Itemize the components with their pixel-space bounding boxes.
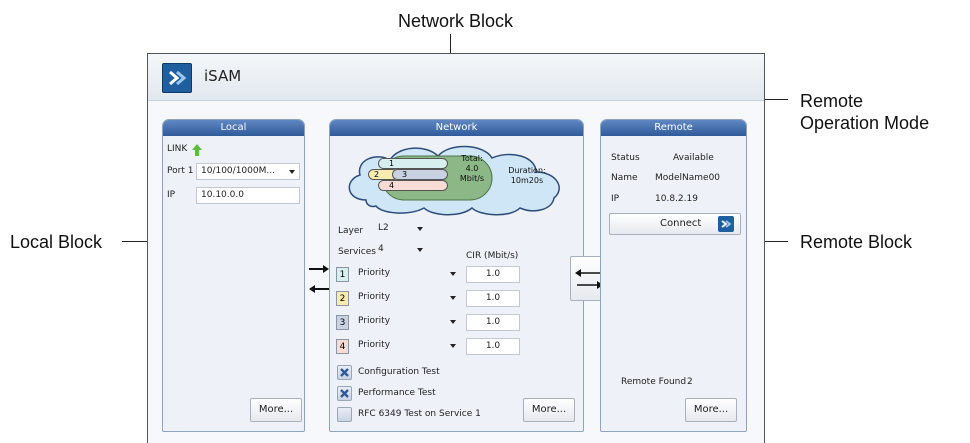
dropdown-arrow-icon xyxy=(450,344,456,348)
connect-logo-icon xyxy=(718,216,734,232)
service-row: 1 Priority 1.0 xyxy=(330,266,585,284)
callout-remote-operation-mode-line2: Operation Mode xyxy=(800,113,930,133)
callout-network-block: Network Block xyxy=(398,11,514,31)
connect-label: Connect xyxy=(660,218,702,229)
network-panel: Network 1 2 3 4 Total: 4.0 Mbit/s Durati… xyxy=(329,119,584,432)
network-more-button[interactable]: More... xyxy=(523,398,575,422)
service-number: 4 xyxy=(336,339,349,354)
remote-found-label: Remote Found xyxy=(621,377,687,387)
link-label: LINK xyxy=(167,144,188,154)
connect-button[interactable]: Connect xyxy=(609,213,741,235)
configuration-test-label: Configuration Test xyxy=(358,367,440,377)
local-ip-value: 10.10.0.0 xyxy=(201,190,244,200)
local-panel: Local LINK Port 1 10/100/1000M... IP 10.… xyxy=(162,119,305,432)
duration-label: Duration: xyxy=(508,166,546,175)
service-number: 3 xyxy=(336,315,349,330)
service-mode-select[interactable]: Priority xyxy=(354,266,460,283)
service-row: 4 Priority 1.0 xyxy=(330,338,585,356)
configuration-test-toggle[interactable] xyxy=(337,365,352,380)
performance-test-label: Performance Test xyxy=(358,388,436,398)
services-label: Services xyxy=(338,247,376,257)
port-select-value: 10/100/1000M... xyxy=(201,166,275,176)
remote-header: Remote xyxy=(601,120,746,136)
cir-header: CIR (Mbit/s) xyxy=(466,251,519,261)
lane-4: 4 xyxy=(378,180,448,191)
cir-input[interactable]: 1.0 xyxy=(466,314,520,331)
dropdown-arrow-icon xyxy=(289,170,295,174)
status-label: Status xyxy=(611,153,640,163)
performance-test-toggle[interactable] xyxy=(337,386,352,401)
callout-local-block: Local Block xyxy=(10,232,103,252)
callout-remote-block: Remote Block xyxy=(800,232,913,252)
layer-select-value: L2 xyxy=(378,223,389,233)
cir-input[interactable]: 1.0 xyxy=(466,290,520,307)
service-mode-value: Priority xyxy=(358,292,391,302)
isam-window: iSAM Local LINK Port 1 10/100/1000M... I… xyxy=(147,53,765,443)
services-select-value: 4 xyxy=(378,244,384,254)
remote-panel: Remote Status Available Name ModelName00… xyxy=(600,119,747,432)
x-icon xyxy=(340,368,349,377)
cir-input[interactable]: 1.0 xyxy=(466,266,520,283)
dropdown-arrow-icon xyxy=(450,320,456,324)
service-mode-value: Priority xyxy=(358,316,391,326)
title-bar: iSAM xyxy=(148,54,764,101)
network-cloud: 1 2 3 4 Total: 4.0 Mbit/s Duration: 10m2… xyxy=(340,142,572,218)
service-row: 3 Priority 1.0 xyxy=(330,314,585,332)
total-throughput: Total: 4.0 Mbit/s xyxy=(452,154,492,184)
ip-label: IP xyxy=(167,190,176,200)
dropdown-arrow-icon xyxy=(450,272,456,276)
isam-logo-icon xyxy=(162,63,192,93)
service-mode-select[interactable]: Priority xyxy=(354,290,460,307)
service-number: 1 xyxy=(336,267,349,282)
cir-input[interactable]: 1.0 xyxy=(466,338,520,355)
name-value: ModelName00 xyxy=(655,173,721,183)
status-value: Available xyxy=(673,153,714,163)
duration-value: 10m20s xyxy=(510,176,544,185)
service-mode-value: Priority xyxy=(358,268,391,278)
local-more-button[interactable]: More... xyxy=(250,398,302,422)
network-header: Network xyxy=(330,120,583,136)
link-up-arrow-icon xyxy=(192,144,202,156)
dropdown-arrow-icon xyxy=(450,296,456,300)
service-number: 2 xyxy=(336,291,349,306)
port-select[interactable]: 10/100/1000M... xyxy=(196,163,300,180)
service-mode-value: Priority xyxy=(358,340,391,350)
rfc-test-label: RFC 6349 Test on Service 1 xyxy=(358,409,481,419)
total-label: Total: xyxy=(461,154,483,163)
x-icon xyxy=(340,389,349,398)
service-mode-select[interactable]: Priority xyxy=(354,314,460,331)
port-label: Port 1 xyxy=(167,166,194,176)
callout-remote-operation-mode-line1: Remote xyxy=(800,91,864,111)
duration: Duration: 10m20s xyxy=(500,166,554,186)
layer-label: Layer xyxy=(338,226,364,236)
lane-1: 1 xyxy=(378,158,448,169)
remote-more-button[interactable]: More... xyxy=(685,398,737,422)
dropdown-arrow-icon xyxy=(417,248,423,252)
name-label: Name xyxy=(611,173,638,183)
remote-ip-label: IP xyxy=(611,194,620,204)
service-mode-select[interactable]: Priority xyxy=(354,338,460,355)
dropdown-arrow-icon xyxy=(417,227,423,231)
callout-remote-operation-mode: Remote Operation Mode xyxy=(800,90,929,134)
services-select[interactable]: 4 xyxy=(374,242,427,259)
remote-found-value: 2 xyxy=(687,377,693,387)
local-header: Local xyxy=(163,120,304,136)
local-network-arrows-icon xyxy=(309,265,329,293)
lane-3: 3 xyxy=(392,169,448,180)
service-row: 2 Priority 1.0 xyxy=(330,290,585,308)
total-value: 4.0 xyxy=(465,164,479,173)
remote-ip-value: 10.8.2.19 xyxy=(655,194,698,204)
local-ip-field[interactable]: 10.10.0.0 xyxy=(196,187,300,204)
layer-select[interactable]: L2 xyxy=(374,221,427,238)
rfc-test-toggle[interactable] xyxy=(337,407,352,422)
app-title: iSAM xyxy=(204,67,242,85)
total-unit: Mbit/s xyxy=(459,174,485,183)
